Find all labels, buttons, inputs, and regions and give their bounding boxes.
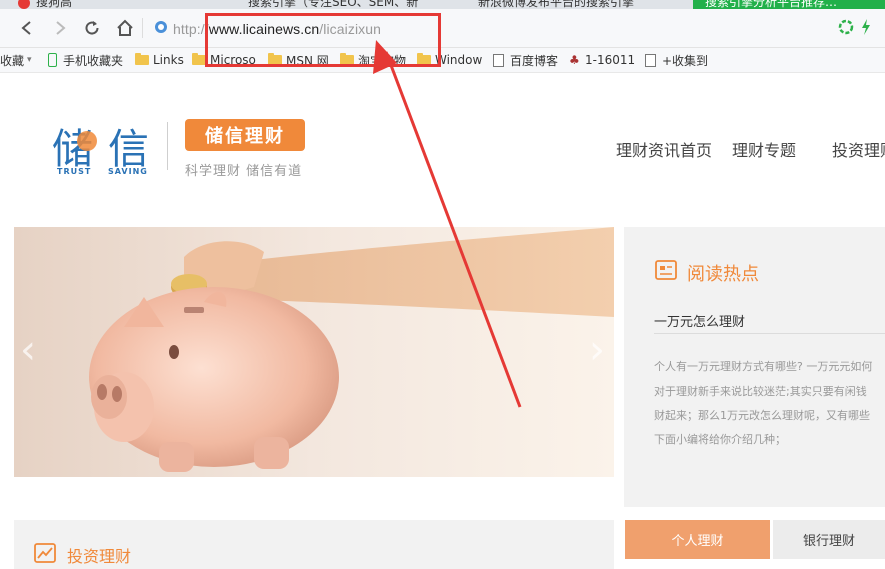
annotation-arrow-icon [373, 40, 522, 408]
